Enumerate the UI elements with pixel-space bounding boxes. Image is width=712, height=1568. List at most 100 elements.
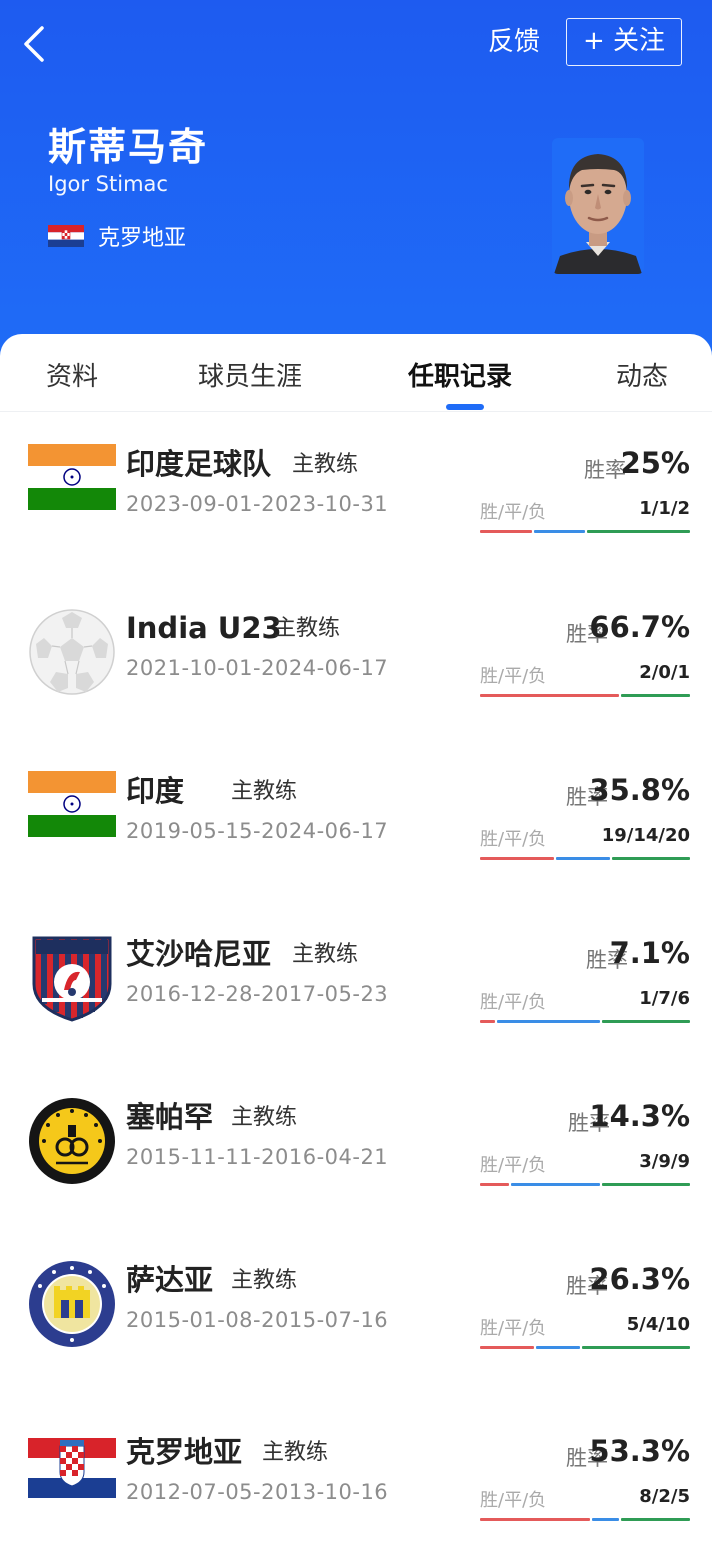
tab-news[interactable]: 动态 bbox=[616, 356, 668, 393]
nk-zadar-crest-icon bbox=[28, 1260, 116, 1348]
list-item[interactable]: 印度足球队 主教练 2023-09-01-2023-10-31 胜率 25% 胜… bbox=[0, 444, 712, 564]
loss-segment bbox=[587, 530, 690, 533]
football-icon bbox=[28, 608, 116, 696]
list-item[interactable]: 艾沙哈尼亚 主教练 2016-12-28-2017-05-23 胜率 7.1% … bbox=[0, 934, 712, 1054]
list-item[interactable]: 塞帕罕 主教练 2015-11-11-2016-04-21 胜率 14.3% 胜… bbox=[0, 1097, 712, 1217]
wdl-bar bbox=[480, 530, 690, 533]
win-rate: 14.3% bbox=[589, 1099, 690, 1133]
follow-button[interactable]: + 关注 bbox=[566, 18, 682, 66]
tab-coaching-record[interactable]: 任职记录 bbox=[408, 356, 512, 393]
role-label: 主教练 bbox=[262, 1440, 329, 1465]
win-rate: 66.7% bbox=[589, 610, 690, 644]
active-tab-indicator bbox=[446, 404, 484, 410]
tab-bar: 资料 球员生涯 任职记录 动态 bbox=[0, 334, 712, 412]
win-rate: 26.3% bbox=[589, 1262, 690, 1296]
croatia-flag-icon bbox=[48, 225, 84, 247]
wdl-label: 胜/平/负 bbox=[480, 829, 547, 850]
win-segment bbox=[480, 1346, 535, 1349]
team-name: 印度足球队 bbox=[126, 447, 272, 481]
croatia-flag-icon bbox=[28, 1432, 116, 1520]
profile-header: 反馈 + 关注 斯蒂马奇 Igor Stimac 克罗地亚 bbox=[0, 0, 712, 360]
wdl-label: 胜/平/负 bbox=[480, 1490, 547, 1511]
nationality-label: 克罗地亚 bbox=[98, 226, 187, 251]
team-name: India U23 bbox=[126, 611, 282, 645]
wdl-value: 8/2/5 bbox=[639, 1486, 690, 1507]
al-shahania-crest-icon bbox=[28, 934, 116, 1022]
loss-segment bbox=[612, 857, 690, 860]
wdl-value: 1/1/2 bbox=[639, 498, 690, 519]
role-label: 主教练 bbox=[231, 779, 298, 804]
draw-segment bbox=[533, 530, 585, 533]
wdl-label: 胜/平/负 bbox=[480, 1155, 547, 1176]
win-rate: 53.3% bbox=[589, 1434, 690, 1468]
tenure-dates: 2019-05-15-2024-06-17 bbox=[126, 819, 389, 843]
feedback-button[interactable]: 反馈 bbox=[488, 24, 540, 60]
loss-segment bbox=[581, 1346, 690, 1349]
loss-segment bbox=[620, 694, 690, 697]
role-label: 主教练 bbox=[292, 452, 359, 477]
list-item[interactable]: 萨达亚 主教练 2015-01-08-2015-07-16 胜率 26.3% 胜… bbox=[0, 1260, 712, 1380]
wdl-value: 2/0/1 bbox=[639, 662, 690, 683]
list-item[interactable]: 印度 主教练 2019-05-15-2024-06-17 胜率 35.8% 胜/… bbox=[0, 771, 712, 891]
role-label: 主教练 bbox=[292, 942, 359, 967]
tenure-dates: 2012-07-05-2013-10-16 bbox=[126, 1480, 389, 1504]
win-segment bbox=[480, 694, 619, 697]
india-flag-icon bbox=[28, 771, 116, 859]
tenure-dates: 2015-11-11-2016-04-21 bbox=[126, 1145, 389, 1169]
role-label: 主教练 bbox=[231, 1268, 298, 1293]
wdl-bar bbox=[480, 1346, 690, 1349]
tenure-dates: 2016-12-28-2017-05-23 bbox=[126, 982, 389, 1006]
wdl-label: 胜/平/负 bbox=[480, 992, 547, 1013]
wdl-value: 1/7/6 bbox=[639, 988, 690, 1009]
wdl-bar bbox=[480, 1183, 690, 1186]
wdl-bar bbox=[480, 1518, 690, 1521]
loss-segment bbox=[621, 1518, 690, 1521]
wdl-bar bbox=[480, 694, 690, 697]
wdl-label: 胜/平/负 bbox=[480, 1318, 547, 1339]
wdl-bar bbox=[480, 1020, 690, 1023]
wdl-value: 5/4/10 bbox=[626, 1314, 690, 1335]
team-name: 印度 bbox=[126, 774, 185, 808]
win-rate: 7.1% bbox=[609, 936, 690, 970]
tenure-dates: 2021-10-01-2024-06-17 bbox=[126, 656, 389, 680]
loss-segment bbox=[601, 1020, 690, 1023]
win-segment bbox=[480, 530, 532, 533]
wdl-bar bbox=[480, 857, 690, 860]
draw-segment bbox=[555, 857, 611, 860]
draw-segment bbox=[536, 1346, 580, 1349]
win-segment bbox=[480, 1518, 590, 1521]
draw-segment bbox=[591, 1518, 620, 1521]
team-name: 艾沙哈尼亚 bbox=[126, 937, 272, 971]
india-flag-icon bbox=[28, 444, 116, 532]
wdl-value: 3/9/9 bbox=[639, 1151, 690, 1172]
avatar bbox=[552, 138, 644, 274]
team-name: 萨达亚 bbox=[126, 1263, 214, 1297]
draw-segment bbox=[496, 1020, 600, 1023]
win-segment bbox=[480, 1020, 495, 1023]
tab-player-career[interactable]: 球员生涯 bbox=[198, 356, 302, 393]
draw-segment bbox=[511, 1183, 600, 1186]
team-name: 塞帕罕 bbox=[126, 1100, 214, 1134]
sepahan-crest-icon bbox=[28, 1097, 116, 1185]
loss-segment bbox=[601, 1183, 690, 1186]
win-segment bbox=[480, 857, 554, 860]
coach-name-cn: 斯蒂马奇 bbox=[48, 125, 209, 169]
back-button[interactable] bbox=[18, 22, 58, 66]
list-item[interactable]: India U23 主教练 2021-10-01-2024-06-17 胜率 6… bbox=[0, 608, 712, 728]
coach-name-en: Igor Stimac bbox=[48, 172, 168, 196]
wdl-label: 胜/平/负 bbox=[480, 502, 547, 523]
win-rate: 25% bbox=[620, 446, 690, 480]
tab-profile[interactable]: 资料 bbox=[46, 356, 98, 393]
chevron-left-icon bbox=[24, 26, 44, 62]
wdl-value: 19/14/20 bbox=[601, 825, 690, 846]
tenure-dates: 2015-01-08-2015-07-16 bbox=[126, 1308, 389, 1332]
list-item[interactable]: 克罗地亚 主教练 2012-07-05-2013-10-16 胜率 53.3% … bbox=[0, 1432, 712, 1552]
win-rate: 35.8% bbox=[589, 773, 690, 807]
tenure-dates: 2023-09-01-2023-10-31 bbox=[126, 492, 389, 516]
nationality: 克罗地亚 bbox=[48, 220, 186, 252]
team-name: 克罗地亚 bbox=[126, 1435, 243, 1469]
role-label: 主教练 bbox=[231, 1105, 298, 1130]
role-label: 主教练 bbox=[274, 616, 341, 641]
win-segment bbox=[480, 1183, 510, 1186]
wdl-label: 胜/平/负 bbox=[480, 666, 547, 687]
